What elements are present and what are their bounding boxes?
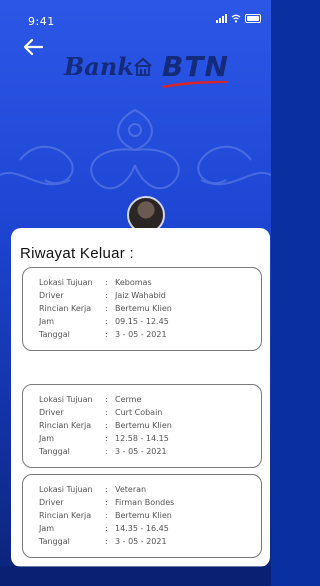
screen: 9:41 Bank BTN Riwayat Keluar: Lokasi Tu… <box>0 0 271 586</box>
field-lokasi: Lokasi Tujuan: Cerme <box>39 395 142 404</box>
back-arrow-icon[interactable] <box>22 36 44 58</box>
status-time: 9:41 <box>28 15 55 28</box>
field-tanggal: Tanggal:3 - 05 - 2021 <box>39 330 167 339</box>
signal-icon <box>216 14 227 23</box>
field-rincian: Rincian Kerja: Bertemu Klien <box>39 421 172 430</box>
btn-logo-icon <box>134 57 152 76</box>
page-title: Riwayat Keluar : <box>20 245 135 262</box>
bottom-strip <box>0 566 271 586</box>
field-tanggal: Tanggal:3 - 05 - 2021 <box>39 537 167 546</box>
history-card[interactable]: Lokasi Tujuan: Kebomas Driver: Jaiz Wahabi… <box>22 267 262 351</box>
field-driver: Driver: Jaiz Wahabid <box>39 291 166 300</box>
field-lokasi: Lokasi Tujuan: Kebomas <box>39 278 152 287</box>
field-rincian: Rincian Kerja: Bertemu Klien <box>39 511 172 520</box>
field-jam: Jam:14.35 - 16.45 <box>39 524 169 533</box>
field-rincian: Rincian Kerja: Bertemu Klien <box>39 304 172 313</box>
field-driver: Driver: Firman Bondes <box>39 498 175 507</box>
field-jam: Jam:09.15 - 12.45 <box>39 317 169 326</box>
field-tanggal: Tanggal:3 - 05 - 2021 <box>39 447 167 456</box>
logo-swoosh <box>162 80 228 88</box>
wifi-icon <box>231 14 241 23</box>
field-driver: Driver: Curt Cobain <box>39 408 163 417</box>
field-lokasi: Lokasi Tujuan: Veteran <box>39 485 147 494</box>
battery-icon <box>245 14 261 23</box>
history-card[interactable]: Lokasi Tujuan: Cerme Driver: Curt Cobain R… <box>22 384 262 468</box>
status-icons <box>216 14 261 23</box>
bank-btn-logo: Bank BTN <box>64 48 234 98</box>
batik-ornament <box>0 108 271 190</box>
history-card[interactable]: Lokasi Tujuan: Veteran Driver: Firman Bond… <box>22 474 262 558</box>
field-jam: Jam:12.58 - 14.15 <box>39 434 169 443</box>
status-bar: 9:41 <box>0 0 271 30</box>
logo-bank-text: Bank <box>64 52 134 81</box>
